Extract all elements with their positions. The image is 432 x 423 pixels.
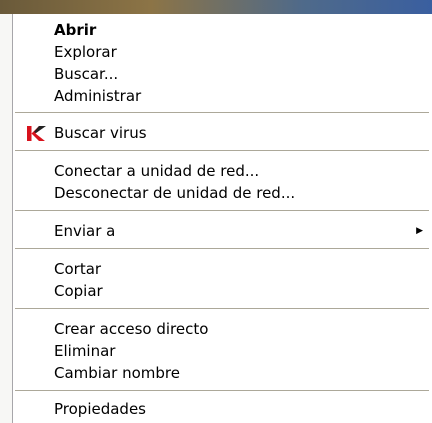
menu-item-enviar-a[interactable]: Enviar a ▶ [13,220,431,242]
menu-item-propiedades[interactable]: Propiedades [13,398,431,420]
menu-item-eliminar[interactable]: Eliminar [13,340,431,362]
menu-separator [15,112,429,113]
menu-separator [15,150,429,151]
menu-item-label: Abrir [54,21,97,39]
menu-item-abrir[interactable]: Abrir [13,19,431,41]
menu-item-label: Buscar virus [54,124,147,142]
menu-item-copiar[interactable]: Copiar [13,280,431,302]
menu-item-label: Eliminar [54,342,116,360]
desktop: Abrir Explorar Buscar... Administrar Bus… [0,0,432,423]
menu-item-label: Desconectar de unidad de red... [54,184,296,202]
menu-item-label: Buscar... [54,65,119,83]
menu-item-buscar-virus[interactable]: Buscar virus [13,122,431,144]
context-menu: Abrir Explorar Buscar... Administrar Bus… [12,14,432,423]
menu-item-cambiar-nombre[interactable]: Cambiar nombre [13,362,431,384]
menu-item-desconectar-unidad-red[interactable]: Desconectar de unidad de red... [13,182,431,204]
menu-item-cortar[interactable]: Cortar [13,258,431,280]
menu-item-crear-acceso-directo[interactable]: Crear acceso directo [13,318,431,340]
menu-item-label: Enviar a [54,222,116,240]
menu-separator [15,248,429,249]
menu-item-label: Conectar a unidad de red... [54,162,260,180]
menu-item-label: Explorar [54,43,117,61]
submenu-arrow-icon: ▶ [416,226,423,236]
menu-item-label: Crear acceso directo [54,320,209,338]
menu-item-explorar[interactable]: Explorar [13,41,431,63]
desktop-background-edge [0,14,12,423]
menu-separator [15,308,429,309]
menu-item-buscar[interactable]: Buscar... [13,63,431,85]
menu-item-label: Administrar [54,87,142,105]
menu-item-conectar-unidad-red[interactable]: Conectar a unidad de red... [13,160,431,182]
menu-item-label: Copiar [54,282,103,300]
menu-separator [15,390,429,391]
desktop-background [0,0,432,14]
menu-item-label: Cortar [54,260,102,278]
kaspersky-k-icon [27,126,46,141]
menu-separator [15,210,429,211]
menu-item-label: Cambiar nombre [54,364,180,382]
menu-item-administrar[interactable]: Administrar [13,85,431,107]
menu-item-label: Propiedades [54,400,146,418]
